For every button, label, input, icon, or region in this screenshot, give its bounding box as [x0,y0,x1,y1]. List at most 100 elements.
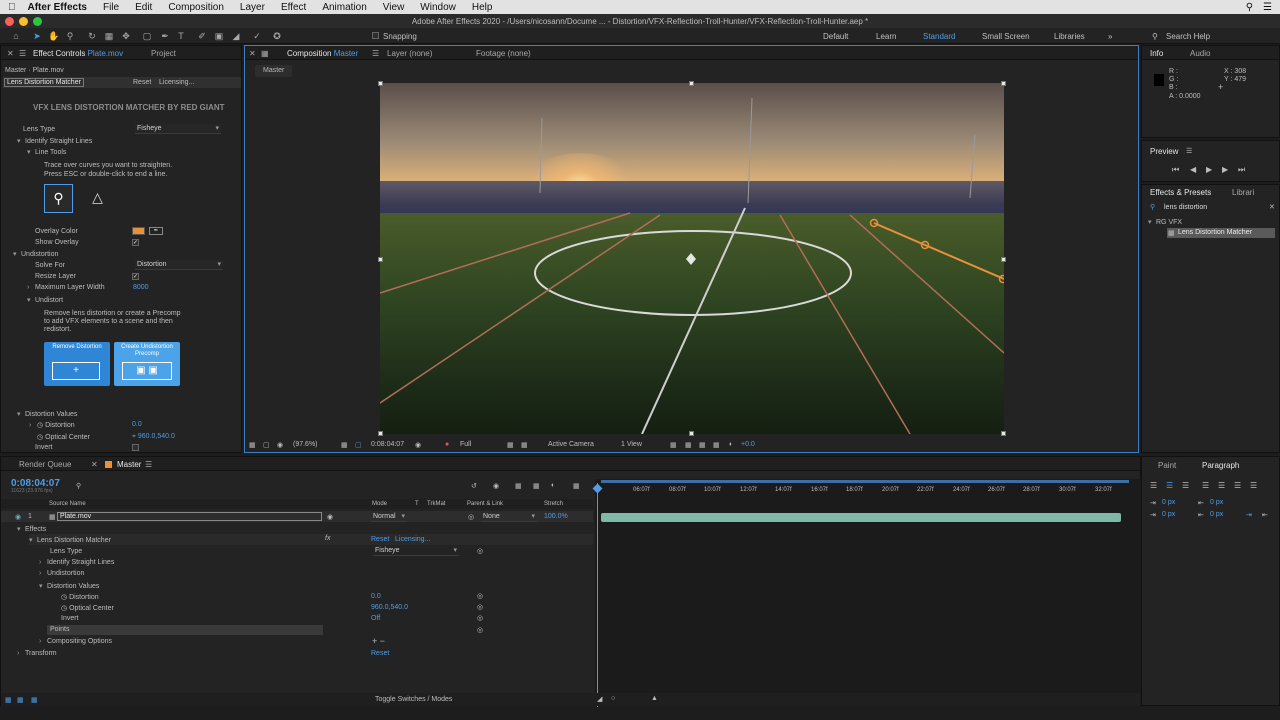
timeline-tracks-area[interactable]: 06:07f 08:07f 10:07f 12:07f 14:07f 16:07… [592,479,1141,707]
color-channel-icon[interactable]: ● [445,441,449,448]
tl-optical-center-value[interactable]: 960.0,540.0 [371,604,408,611]
layer-eye-icon[interactable]: ◉ [327,513,333,521]
tl-expression-icon-2[interactable]: ◎ [477,592,483,600]
tab-render-queue[interactable]: Render Queue [19,460,71,469]
tab-master-timeline[interactable]: Master [117,460,141,469]
identify-lines-group[interactable]: ▾ Identify Straight Lines [17,137,92,145]
menu-list-icon[interactable]: ☰ [1263,2,1272,13]
menu-effect[interactable]: Effect [273,2,314,13]
pan-behind-tool-icon[interactable]: ✥ [120,30,132,42]
tl-compositing-options[interactable]: › Compositing Options [39,638,112,645]
distortion-values-group[interactable]: ▾ Distortion Values [17,410,77,418]
justify-left-icon[interactable]: ☰ [1202,481,1209,490]
footer-modes-icon[interactable]: ▦ [17,696,24,704]
work-area-bar[interactable] [601,480,1129,483]
line-tools-group[interactable]: ▾ Line Tools [27,148,66,156]
eyedropper-icon[interactable]: ✒ [149,227,163,235]
tl-points-row[interactable]: Points [47,625,323,635]
pen-tool-icon[interactable]: ✒ [159,30,171,42]
selection-tool-icon[interactable]: ➤ [31,30,43,42]
region-icon[interactable]: ▦ [507,441,514,449]
tab-preview[interactable]: Preview [1150,147,1178,156]
always-preview-icon[interactable]: ▦ [249,441,256,449]
tl-transform-reset[interactable]: Reset [371,650,389,657]
tab-info[interactable]: Info [1150,49,1163,58]
col-mode[interactable]: Mode [372,501,387,507]
panel-close-icon[interactable]: ✕ [7,49,14,58]
layer-name-field[interactable]: Plate.mov [57,512,322,521]
tab-audio[interactable]: Audio [1190,49,1210,58]
invert-checkbox[interactable] [132,444,139,451]
layer-handle-ml[interactable] [378,257,383,262]
timeline-tab-menu-icon[interactable]: ☰ [145,460,152,469]
comp-tab-menu-icon[interactable]: ☰ [372,49,379,58]
undistortion-group[interactable]: ▾ Undistortion [13,250,58,258]
curve-line-tool-icon[interactable]: ⚲ [44,184,73,213]
indent-right-value[interactable]: 0 px [1210,499,1223,506]
create-undistortion-precomp-button[interactable]: Create Undistortion Precomp ▣ ▣ [114,342,180,386]
tab-libraries[interactable]: Librari [1232,188,1254,197]
comp-menu-icon[interactable]: ▦ [261,49,269,58]
justify-right-icon[interactable]: ☰ [1234,481,1241,490]
reset-link[interactable]: Reset [133,79,151,86]
menu-animation[interactable]: Animation [314,2,374,13]
timeline-reset-link[interactable]: Reset [371,536,389,543]
clear-search-icon[interactable]: ✕ [1269,203,1275,211]
zoom-tool-icon[interactable]: ⚲ [64,30,76,42]
align-center-icon[interactable]: ☰ [1166,481,1173,490]
show-overlay-checkbox[interactable]: ✓ [132,239,139,246]
comp-close-icon[interactable]: ✕ [249,49,256,58]
draft-3d-icon[interactable]: ◉ [493,482,499,490]
puppet-tool-icon[interactable]: ✪ [271,30,283,42]
brush-tool-icon[interactable]: ✐ [196,30,208,42]
camera-tool-icon[interactable]: ▦ [103,30,115,42]
effects-group[interactable]: ▾ Effects [17,525,46,533]
tab-effect-controls[interactable]: Effect Controls Plate.mov [33,49,123,58]
snapshot-icon[interactable]: ◉ [415,441,421,449]
col-parent[interactable]: Parent & Link [467,501,503,507]
remove-distortion-button[interactable]: Remove Distortion + [44,342,110,386]
menu-edit[interactable]: Edit [127,2,160,13]
layer-handle-bl[interactable] [378,431,383,436]
first-frame-icon[interactable]: ⏮ [1172,165,1179,175]
menu-file[interactable]: File [95,2,127,13]
menu-app-name[interactable]: After Effects [24,2,95,13]
preview-menu-icon[interactable]: ☰ [1186,147,1192,155]
tl-identify-group[interactable]: › Identify Straight Lines [39,559,114,566]
justify-all-icon[interactable]: ☰ [1250,481,1257,490]
current-time-indicator[interactable] [597,483,598,707]
menu-help[interactable]: Help [464,2,501,13]
tl-expression-icon-3[interactable]: ◎ [477,603,483,611]
video-switch-icon[interactable]: ◉ [15,513,21,521]
tl-lens-type-dropdown[interactable]: Fisheye [373,546,459,556]
camera-view-dropdown[interactable]: Active Camera [548,441,594,448]
tab-effects-presets[interactable]: Effects & Presets [1150,188,1211,197]
fast-previews-icon[interactable]: ▦ [685,441,692,449]
layer-row[interactable]: ◉ 1 ▦ Plate.mov ◉ Normal ◎ None 100.0% [1,511,593,522]
col-source-name[interactable]: Source Name [49,501,86,507]
last-frame-icon[interactable]: ⏭ [1238,165,1245,175]
effect-item-row[interactable]: ▦ Lens Distortion Matcher [1167,228,1275,238]
tl-expression-icon-5[interactable]: ◎ [477,626,483,634]
tl-transform-group[interactable]: › Transform [17,650,57,657]
more-workspaces-icon[interactable]: » [1108,32,1112,41]
flowchart-icon[interactable]: ▦ [713,441,720,449]
tl-expression-icon-1[interactable]: ◎ [477,547,483,555]
apple-icon[interactable]:  [0,2,24,13]
motion-blur-icon[interactable]: ◐ [551,482,555,489]
tab-paint[interactable]: Paint [1158,461,1176,470]
solve-for-dropdown[interactable]: Distortion [135,260,223,270]
layer-handle-tc[interactable] [689,81,694,86]
footer-time-icon[interactable]: ▦ [31,696,38,704]
next-frame-icon[interactable]: ▶ [1222,165,1228,174]
pick-whip-icon[interactable]: ◎ [468,513,474,521]
rectangle-tool-icon[interactable]: ▢ [141,30,153,42]
col-t[interactable]: T [415,501,419,507]
search-help-icon[interactable]: ⚲ [1152,32,1158,41]
current-time-display[interactable]: 0:08:04:07 [371,441,404,448]
distortion-value[interactable]: 0.0 [132,421,142,428]
licensing-link[interactable]: Licensing... [159,79,194,86]
first-line-indent-value[interactable]: 0 px [1162,511,1175,518]
align-right-icon[interactable]: ☰ [1182,481,1189,490]
comp-flowchart-tab[interactable]: Master [255,65,293,77]
